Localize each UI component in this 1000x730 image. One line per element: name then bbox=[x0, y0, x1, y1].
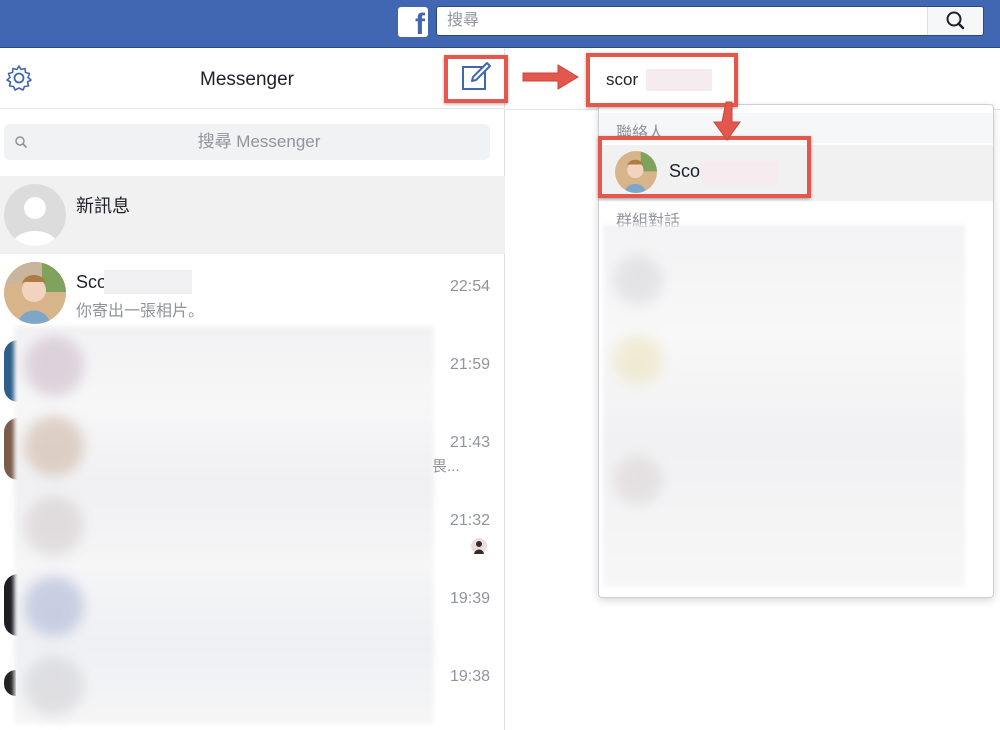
conversation-preview: 你寄出一張相片。 bbox=[76, 303, 205, 320]
conversation-item-new-message[interactable]: 新訊息 bbox=[0, 176, 505, 254]
blurred-avatar bbox=[24, 656, 84, 716]
messenger-search-input[interactable] bbox=[34, 124, 484, 160]
truncated-preview: 畏... bbox=[432, 458, 460, 475]
global-search-box bbox=[436, 6, 984, 36]
blurred-group-list bbox=[603, 225, 965, 587]
global-search-input[interactable] bbox=[437, 7, 927, 35]
avatar bbox=[4, 184, 66, 246]
messenger-search-box bbox=[4, 124, 490, 160]
conversation-time: 19:38 bbox=[449, 668, 490, 685]
avatar bbox=[4, 262, 66, 324]
blurred-avatar bbox=[613, 455, 663, 505]
conversation-time: 22:54 bbox=[449, 278, 490, 295]
global-search-button[interactable] bbox=[927, 7, 983, 35]
conversation-name: Sco bbox=[76, 272, 108, 292]
conversation-time: 21:59 bbox=[449, 356, 490, 373]
blurred-avatar bbox=[613, 335, 663, 385]
highlight-compose-button bbox=[444, 55, 508, 103]
seen-avatar-icon bbox=[471, 538, 487, 554]
conversation-time: 19:39 bbox=[449, 590, 490, 607]
conversation-time: 21:43 bbox=[449, 434, 490, 451]
annotation-arrow-right-icon bbox=[522, 64, 579, 90]
sidebar-title: Messenger bbox=[200, 69, 294, 90]
redaction bbox=[104, 270, 192, 294]
blurred-avatar bbox=[24, 416, 84, 476]
highlight-recipient-input bbox=[586, 53, 738, 107]
facebook-logo-icon[interactable]: f bbox=[398, 7, 428, 37]
blurred-avatar bbox=[24, 496, 84, 556]
blurred-avatar bbox=[24, 576, 84, 636]
sidebar-header: Messenger bbox=[0, 48, 505, 109]
blurred-avatar bbox=[24, 336, 84, 396]
conversation-name: 新訊息 bbox=[76, 196, 130, 216]
highlight-contact-suggestion bbox=[598, 136, 811, 198]
annotation-arrow-down-icon bbox=[713, 101, 741, 141]
conversation-time: 21:32 bbox=[449, 512, 490, 529]
blurred-conversations bbox=[14, 326, 434, 724]
search-icon bbox=[15, 136, 28, 149]
conversation-item[interactable]: Sco 你寄出一張相片。 22:54 bbox=[0, 254, 505, 332]
search-icon bbox=[946, 11, 965, 30]
blurred-avatar bbox=[613, 255, 663, 305]
